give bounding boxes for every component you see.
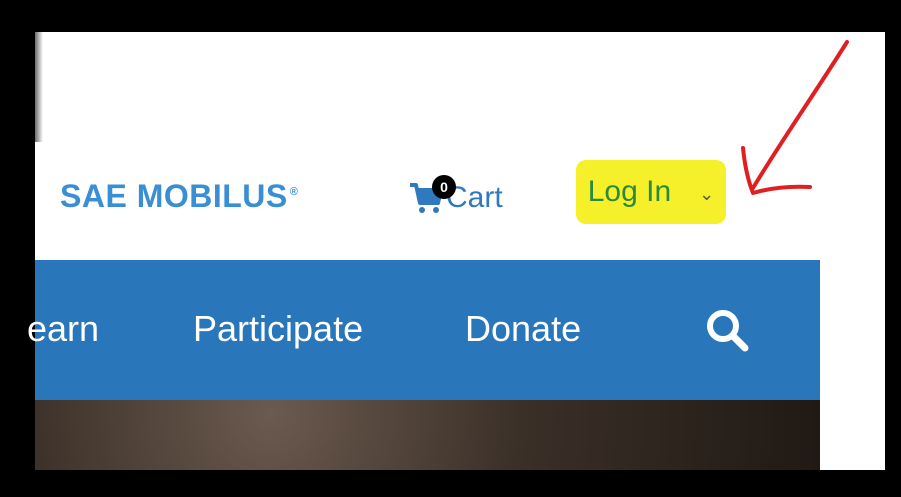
annotation-arrow	[741, 40, 849, 195]
cart-icon: 0	[408, 175, 456, 215]
nav-item-learn[interactable]: earn	[27, 308, 99, 350]
hero-image	[35, 400, 820, 470]
brand-text: SAE MOBILUS	[60, 178, 288, 214]
right-blank-area	[820, 258, 885, 470]
login-dropdown[interactable]: Log In ⌄	[576, 160, 726, 224]
main-nav: earn Participate Donate	[27, 260, 820, 400]
nav-item-donate[interactable]: Donate	[465, 308, 581, 350]
top-shadow	[35, 32, 43, 142]
cart-link[interactable]: 0 Cart	[408, 165, 503, 215]
brand-logo[interactable]: SAE MOBILUS ®	[60, 178, 298, 215]
nav-item-participate[interactable]: Participate	[193, 308, 363, 350]
login-label: Log In	[587, 175, 672, 208]
registered-mark: ®	[289, 186, 299, 199]
chevron-down-icon: ⌄	[699, 183, 715, 204]
search-icon[interactable]	[705, 308, 749, 352]
cart-count-badge: 0	[432, 175, 456, 199]
